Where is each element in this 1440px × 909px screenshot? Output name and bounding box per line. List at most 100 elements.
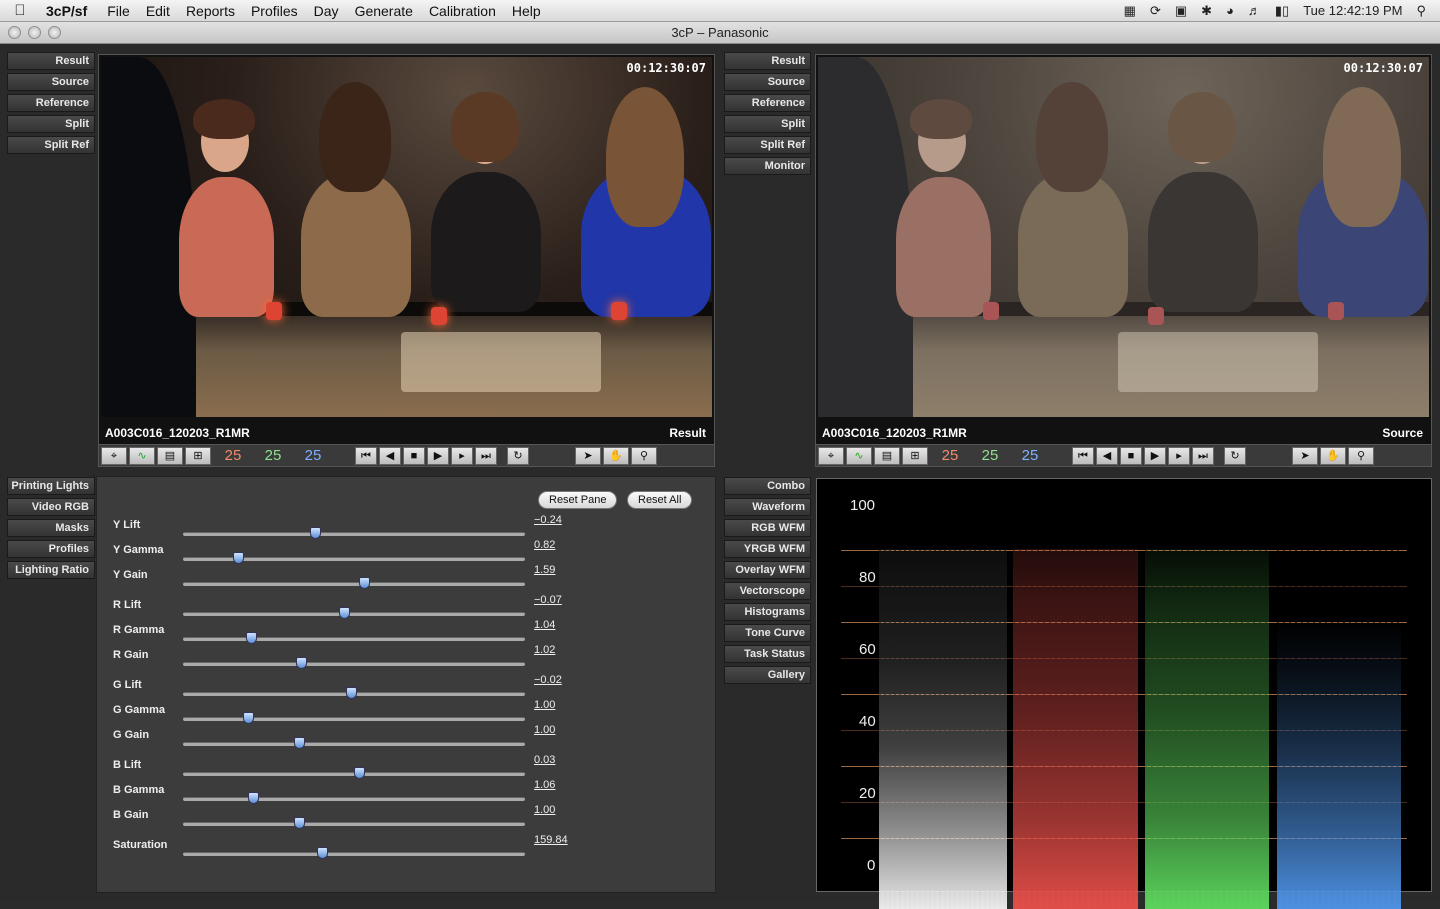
menu-reports[interactable]: Reports	[178, 0, 243, 22]
scope-tab-histograms[interactable]: Histograms	[724, 603, 811, 621]
sync-icon[interactable]: ⟳	[1150, 3, 1161, 19]
tab-video-rgb[interactable]: Video RGB	[7, 498, 95, 516]
right-view-source-button[interactable]: Source	[724, 73, 811, 91]
grid-icon[interactable]: ▦	[1124, 3, 1136, 19]
slider-value[interactable]: 1.00	[534, 804, 555, 816]
bluetooth-icon[interactable]: ✱	[1201, 3, 1212, 19]
scope-tab-task-status[interactable]: Task Status	[724, 645, 811, 663]
minimize-button[interactable]	[28, 26, 41, 39]
slider-track[interactable]	[183, 632, 525, 644]
slider-thumb[interactable]	[295, 657, 307, 669]
left-view-split-button[interactable]: Split	[7, 115, 95, 133]
result-viewer[interactable]: 00:12:30:07 A003C016_120203_R1MR Result …	[98, 54, 715, 467]
go-to-start-icon[interactable]: ⏮	[1072, 446, 1094, 465]
right-view-split-button[interactable]: Split	[724, 115, 811, 133]
slider-value[interactable]: 159.84	[534, 834, 568, 846]
spotlight-icon[interactable]: ⚲	[1416, 3, 1426, 19]
slider-value[interactable]: −0.07	[534, 594, 562, 606]
slider-thumb[interactable]	[338, 607, 350, 619]
slider-track[interactable]	[183, 817, 525, 829]
menu-profiles[interactable]: Profiles	[243, 0, 306, 22]
spaces-icon[interactable]: ▣	[1175, 3, 1187, 19]
step-back-icon[interactable]: ◀	[379, 446, 401, 465]
right-view-reference-button[interactable]: Reference	[724, 94, 811, 112]
left-view-result-button[interactable]: Result	[7, 52, 95, 70]
reset-pane-button[interactable]: Reset Pane	[538, 491, 618, 509]
pointer-icon[interactable]: ➤	[1292, 446, 1318, 465]
scope-tab-waveform[interactable]: Waveform	[724, 498, 811, 516]
slider-thumb[interactable]	[232, 552, 244, 564]
slider-value[interactable]: 1.02	[534, 644, 555, 656]
slider-value[interactable]: 1.04	[534, 619, 555, 631]
slider-track[interactable]	[183, 577, 525, 589]
slider-value[interactable]: 1.00	[534, 724, 555, 736]
slider-track[interactable]	[183, 767, 525, 779]
left-view-source-button[interactable]: Source	[7, 73, 95, 91]
step-forward-icon[interactable]: ▸	[451, 446, 473, 465]
waveform-icon[interactable]: ∿	[846, 446, 872, 465]
slider-value[interactable]: 1.00	[534, 699, 555, 711]
scope-tab-gallery[interactable]: Gallery	[724, 666, 811, 684]
slider-thumb[interactable]	[294, 817, 306, 829]
tab-printing-lights[interactable]: Printing Lights	[7, 477, 95, 495]
menu-app-name[interactable]: 3cP/sf	[40, 0, 99, 22]
menu-calibration[interactable]: Calibration	[421, 0, 504, 22]
menu-file[interactable]: File	[99, 0, 138, 22]
hand-icon[interactable]: ✋	[1320, 446, 1346, 465]
go-to-end-icon[interactable]: ⏭	[1192, 446, 1214, 465]
go-to-start-icon[interactable]: ⏮	[355, 446, 377, 465]
play-icon[interactable]: ▶	[427, 446, 449, 465]
zoom-button[interactable]	[48, 26, 61, 39]
safe-area-icon[interactable]: ⊞	[902, 446, 928, 465]
loop-icon[interactable]: ↻	[1224, 446, 1246, 465]
slider-thumb[interactable]	[309, 527, 321, 539]
source-viewer[interactable]: 00:12:30:07 A003C016_120203_R1MR Source …	[815, 54, 1432, 467]
loop-icon[interactable]: ↻	[507, 446, 529, 465]
slider-track[interactable]	[183, 847, 525, 859]
slider-track[interactable]	[183, 687, 525, 699]
menu-edit[interactable]: Edit	[138, 0, 178, 22]
letterbox-icon[interactable]: ▤	[157, 446, 183, 465]
slider-value[interactable]: 1.59	[534, 564, 555, 576]
menu-day[interactable]: Day	[306, 0, 347, 22]
slider-thumb[interactable]	[316, 847, 328, 859]
slider-thumb[interactable]	[294, 737, 306, 749]
stop-icon[interactable]: ■	[1120, 446, 1142, 465]
battery-icon[interactable]: ▮▯	[1275, 3, 1289, 19]
slider-track[interactable]	[183, 607, 525, 619]
slider-value[interactable]: 0.82	[534, 539, 555, 551]
slider-track[interactable]	[183, 792, 525, 804]
slider-thumb[interactable]	[345, 687, 357, 699]
slider-value[interactable]: 1.06	[534, 779, 555, 791]
tab-lighting-ratio[interactable]: Lighting Ratio	[7, 561, 95, 579]
go-to-end-icon[interactable]: ⏭	[475, 446, 497, 465]
reset-all-button[interactable]: Reset All	[627, 491, 693, 509]
scope-tab-vectorscope[interactable]: Vectorscope	[724, 582, 811, 600]
left-view-split-ref-button[interactable]: Split Ref	[7, 136, 95, 154]
letterbox-icon[interactable]: ▤	[874, 446, 900, 465]
zoom-icon[interactable]: ⚲	[631, 446, 657, 465]
crosshair-icon[interactable]: ⌖	[818, 446, 844, 465]
slider-thumb[interactable]	[246, 632, 258, 644]
tab-masks[interactable]: Masks	[7, 519, 95, 537]
crosshair-icon[interactable]: ⌖	[101, 446, 127, 465]
slider-value[interactable]: 0.03	[534, 754, 555, 766]
step-forward-icon[interactable]: ▸	[1168, 446, 1190, 465]
left-view-reference-button[interactable]: Reference	[7, 94, 95, 112]
menu-generate[interactable]: Generate	[347, 0, 421, 22]
slider-track[interactable]	[183, 712, 525, 724]
slider-track[interactable]	[183, 552, 525, 564]
right-view-result-button[interactable]: Result	[724, 52, 811, 70]
stop-icon[interactable]: ■	[403, 446, 425, 465]
slider-value[interactable]: −0.02	[534, 674, 562, 686]
scope-tab-rgb-wfm[interactable]: RGB WFM	[724, 519, 811, 537]
scope-tab-combo[interactable]: Combo	[724, 477, 811, 495]
play-icon[interactable]: ▶	[1144, 446, 1166, 465]
slider-track[interactable]	[183, 527, 525, 539]
slider-thumb[interactable]	[248, 792, 260, 804]
tab-profiles[interactable]: Profiles	[7, 540, 95, 558]
slider-thumb[interactable]	[354, 767, 366, 779]
hand-icon[interactable]: ✋	[603, 446, 629, 465]
right-view-monitor-button[interactable]: Monitor	[724, 157, 811, 175]
scope-tab-overlay-wfm[interactable]: Overlay WFM	[724, 561, 811, 579]
